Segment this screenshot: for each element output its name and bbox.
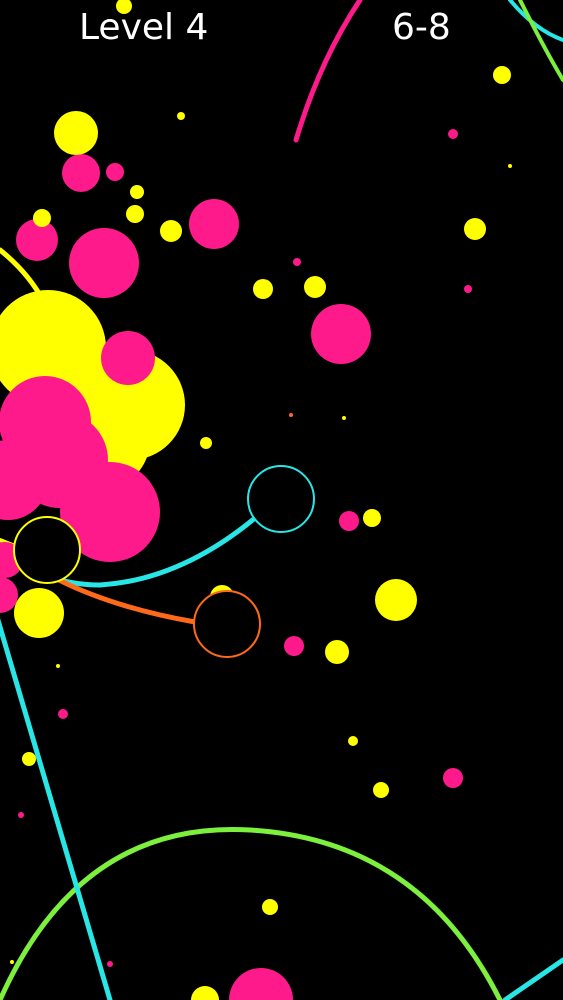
- dot: [253, 279, 273, 299]
- dot: [508, 164, 512, 168]
- dot: [289, 413, 293, 417]
- score-label: 6-8: [392, 7, 451, 48]
- magenta-blob: [101, 331, 155, 385]
- dot: [130, 185, 144, 199]
- dot: [177, 112, 185, 120]
- magenta-blob: [189, 199, 239, 249]
- game-canvas[interactable]: [0, 0, 563, 1000]
- dot: [160, 220, 182, 242]
- yellow-blob: [14, 588, 64, 638]
- dot: [200, 437, 212, 449]
- dot: [348, 736, 358, 746]
- dot: [339, 511, 359, 531]
- magenta-blob: [311, 304, 371, 364]
- dot: [284, 636, 304, 656]
- magenta-blob: [69, 228, 139, 298]
- dot: [262, 899, 278, 915]
- cyan-ring-player[interactable]: [247, 465, 315, 533]
- level-label: Level 4: [79, 7, 209, 48]
- dot: [33, 209, 51, 227]
- dot: [464, 218, 486, 240]
- dot: [325, 640, 349, 664]
- dot: [126, 205, 144, 223]
- dot: [106, 163, 124, 181]
- dot: [443, 768, 463, 788]
- magenta-blob: [62, 154, 100, 192]
- dot: [107, 961, 113, 967]
- dot: [58, 709, 68, 719]
- dot: [448, 129, 458, 139]
- dot: [56, 664, 60, 668]
- dot: [363, 509, 381, 527]
- dot: [293, 258, 301, 266]
- dot: [373, 782, 389, 798]
- yellow-blob: [375, 579, 417, 621]
- dot: [22, 752, 36, 766]
- dot: [304, 276, 326, 298]
- yellow-ring-player[interactable]: [13, 516, 81, 584]
- yellow-blob: [54, 111, 98, 155]
- dot: [18, 812, 24, 818]
- dot: [493, 66, 511, 84]
- orange-ring-player[interactable]: [193, 590, 261, 658]
- dot: [10, 960, 14, 964]
- dot: [464, 285, 472, 293]
- dot: [342, 416, 346, 420]
